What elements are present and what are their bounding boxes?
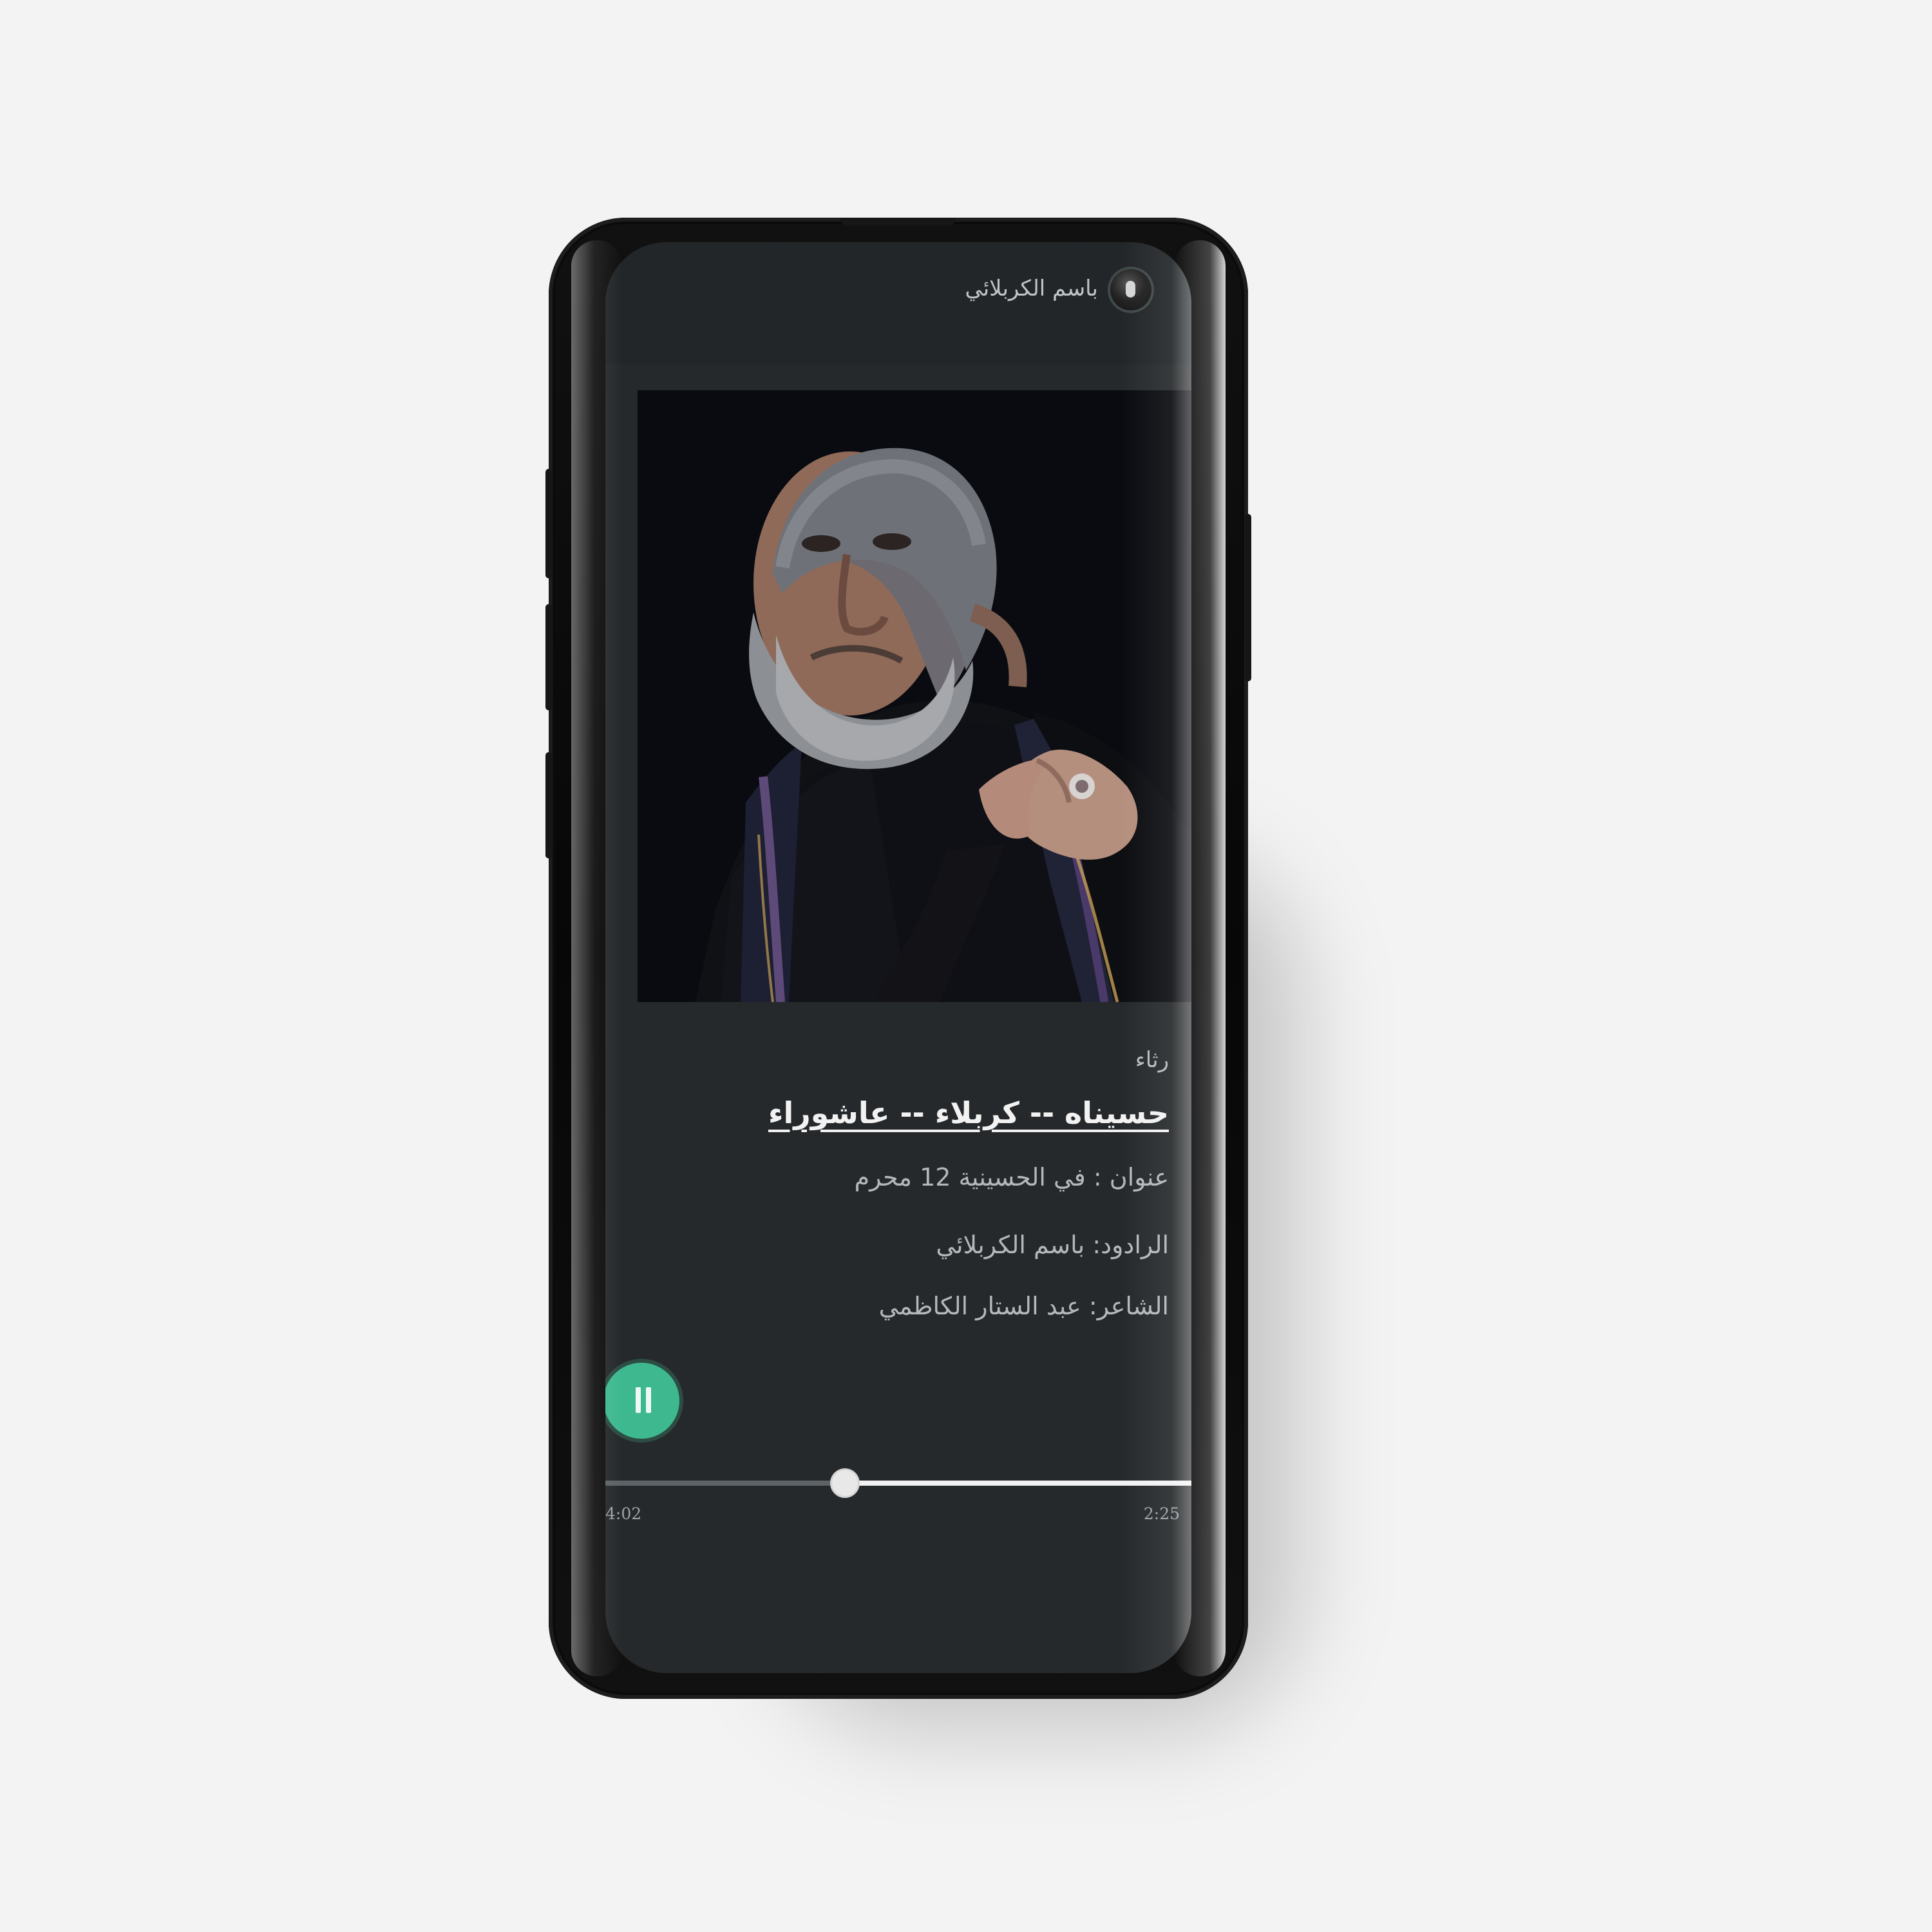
earpiece-speaker bbox=[840, 218, 956, 225]
track-title: حسيناه -- كربلاء -- عاشوراء bbox=[768, 1095, 1169, 1130]
power-button bbox=[545, 752, 552, 858]
mockup-stage: باسم الكربلائي رثاء حسيناه -- كربلاء -- … bbox=[0, 0, 1932, 1932]
reciter-avatar-icon[interactable] bbox=[1110, 269, 1151, 310]
track-reciter: الرادود: باسم الكربلائي bbox=[936, 1231, 1169, 1259]
app-bar: باسم الكربلائي bbox=[605, 242, 1191, 365]
phone-screen: باسم الكربلائي رثاء حسيناه -- كربلاء -- … bbox=[605, 242, 1191, 1673]
elapsed-time: 2:25 bbox=[1143, 1504, 1180, 1523]
track-poet: الشاعر: عبد الستار الكاظمي bbox=[878, 1292, 1169, 1320]
volume-up-button bbox=[545, 469, 552, 578]
track-address: عنوان : في الحسينية 12 محرم bbox=[854, 1163, 1169, 1191]
playback-progress-slider[interactable] bbox=[605, 1470, 1191, 1496]
album-cover bbox=[638, 390, 1191, 1002]
playback-progress-fill bbox=[845, 1481, 1191, 1486]
reciter-photo bbox=[638, 390, 1191, 1002]
playback-progress-thumb[interactable] bbox=[832, 1470, 858, 1496]
volume-down-button bbox=[545, 604, 552, 710]
phone-frame: باسم الكربلائي رثاء حسيناه -- كربلاء -- … bbox=[545, 218, 1251, 1699]
total-time: 4:02 bbox=[605, 1504, 642, 1523]
track-category: رثاء bbox=[1135, 1047, 1169, 1073]
pause-icon bbox=[636, 1387, 651, 1413]
pause-button[interactable] bbox=[605, 1363, 679, 1439]
side-key bbox=[1245, 514, 1251, 681]
app-bar-title: باسم الكربلائي bbox=[965, 276, 1098, 301]
